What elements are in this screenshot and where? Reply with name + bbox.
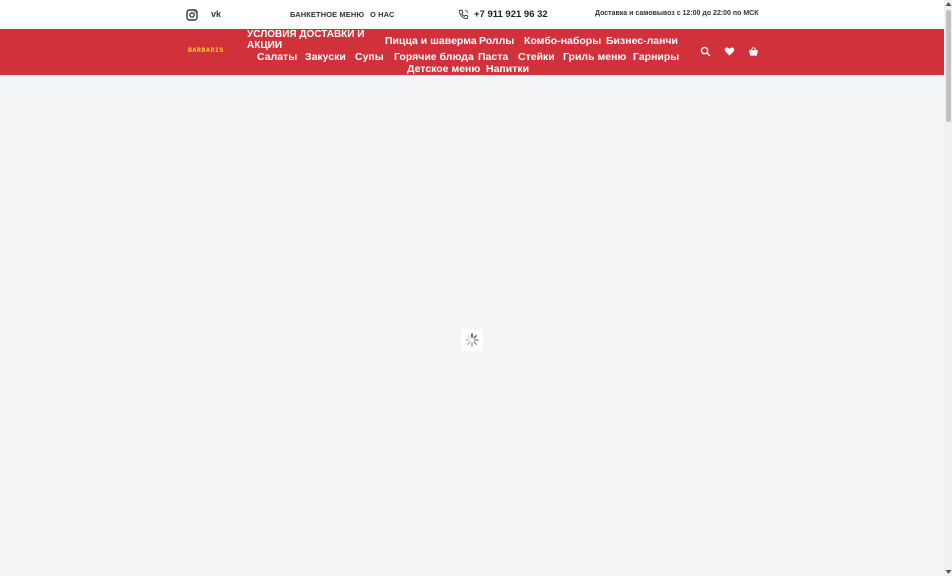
menu-item-hot-dishes[interactable]: Горячие блюда [394,51,474,63]
menu-item-combo[interactable]: Комбо-наборы [524,35,601,47]
loading-indicator [461,329,483,351]
delivery-promo-link[interactable]: УСЛОВИЯ ДОСТАВКИ И АКЦИИ [247,29,367,51]
menu-item-drinks[interactable]: Напитки [486,63,529,75]
scroll-up-icon[interactable] [945,1,952,7]
menu-item-soups[interactable]: Супы [355,51,384,63]
menu-item-rolls[interactable]: Роллы [479,35,514,47]
scrollbar-thumb[interactable] [946,10,951,122]
delivery-hours: Доставка и самовывоз с 12:00 до 22:00 по… [595,10,759,17]
instagram-icon[interactable] [186,9,198,21]
scroll-down-icon[interactable] [945,569,952,575]
phone-number[interactable]: +7 911 921 96 32 [474,9,548,20]
top-bar: vk БАНКЕТНОЕ МЕНЮ О НАС +7 911 921 96 32… [0,0,944,29]
menu-item-pasta[interactable]: Паста [478,51,508,63]
spinner-icon [465,333,479,347]
menu-item-snacks[interactable]: Закуски [305,51,346,63]
search-icon[interactable] [700,46,711,57]
logo[interactable]: BARBARIS [188,47,224,54]
about-link[interactable]: О НАС [370,10,394,19]
menu-item-kids[interactable]: Детское меню [407,63,480,75]
menu-item-business-lunch[interactable]: Бизнес-ланчи [606,35,678,47]
basket-icon[interactable] [748,46,759,57]
menu-item-grill[interactable]: Гриль меню [563,51,626,63]
heart-icon[interactable] [724,46,735,57]
phone-icon [458,9,469,20]
main-navbar: BARBARIS УСЛОВИЯ ДОСТАВКИ И АКЦИИ Пицца … [0,29,944,75]
menu-item-salads[interactable]: Салаты [257,51,297,63]
menu-item-pizza[interactable]: Пицца и шаверма [385,35,477,47]
banquet-menu-link[interactable]: БАНКЕТНОЕ МЕНЮ [290,10,364,19]
vk-icon[interactable]: vk [211,9,225,21]
menu-item-steaks[interactable]: Стейки [518,51,555,63]
menu-item-garnish[interactable]: Гарниры [633,51,679,63]
